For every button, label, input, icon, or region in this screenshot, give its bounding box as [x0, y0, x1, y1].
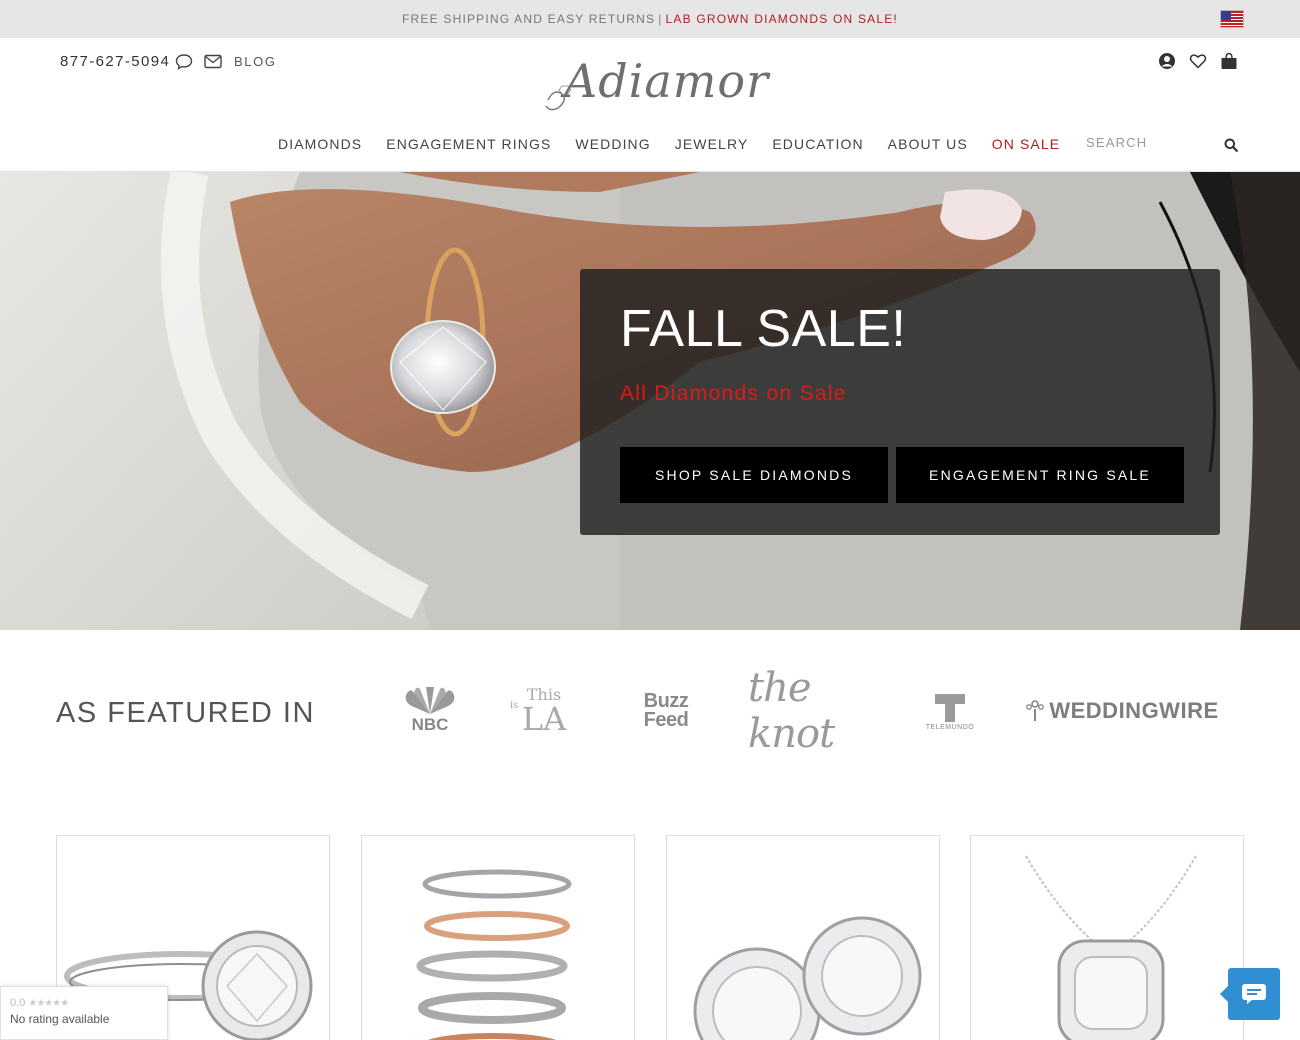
nav-about-us[interactable]: ABOUT US: [888, 136, 968, 152]
promo-bar: FREE SHIPPING AND EASY RETURNS | LAB GRO…: [0, 0, 1300, 38]
weddingwire-text: WEDDINGWIRE: [1049, 698, 1219, 723]
blog-link[interactable]: BLOG: [234, 54, 277, 69]
promo-text: FREE SHIPPING AND EASY RETURNS: [402, 12, 656, 26]
knot-text: the knot: [748, 665, 835, 757]
nav-engagement-rings[interactable]: ENGAGEMENT RINGS: [386, 136, 551, 152]
product-tile-wedding-bands[interactable]: [361, 835, 635, 1040]
chat-icon[interactable]: [175, 53, 193, 71]
product-tile-earrings[interactable]: [666, 835, 940, 1040]
pendant-necklace-image: [1025, 855, 1197, 1040]
header-icons: [1158, 52, 1238, 70]
nav-wedding[interactable]: WEDDING: [575, 136, 650, 152]
shop-sale-diamonds-button[interactable]: SHOP SALE DIAMONDS: [620, 447, 888, 503]
rating-score: 0.0: [10, 997, 26, 1009]
la-is-text: is: [509, 700, 519, 711]
the-knot-logo: the knot: [748, 665, 878, 757]
telemundo-t-icon: [935, 693, 965, 722]
nbc-peacock-icon: [405, 687, 455, 714]
nav-education[interactable]: EDUCATION: [772, 136, 863, 152]
telemundo-text: TELEMUNDO: [925, 723, 975, 731]
account-icon[interactable]: [1158, 52, 1176, 70]
logo-text: Adiamor: [564, 54, 770, 108]
search-input[interactable]: [1086, 135, 1216, 150]
chat-bubble-icon: [1242, 984, 1266, 1004]
main-navigation: DIAMONDS ENGAGEMENT RINGS WEDDING JEWELR…: [278, 136, 1084, 152]
google-rating-badge[interactable]: 0.0 ★★★★★ No rating available: [0, 986, 168, 1040]
live-chat-button[interactable]: [1220, 968, 1280, 1020]
lab-grown-sale-link[interactable]: LAB GROWN DIAMONDS ON SALE!: [666, 12, 898, 26]
search-box: [1086, 134, 1246, 158]
la-main-text: LA: [521, 700, 567, 738]
promo-subtitle: All Diamonds on Sale: [620, 382, 847, 405]
weddingwire-flower-icon: [1026, 700, 1045, 721]
phone-number[interactable]: 877-627-5094: [60, 53, 170, 70]
nbc-text: NBC: [411, 715, 449, 734]
weddingwire-logo: WEDDINGWIRE: [1022, 676, 1222, 746]
nbc-logo: NBC: [400, 676, 460, 746]
promo-title: FALL SALE!: [620, 300, 907, 358]
this-is-la-logo: This is LA: [504, 676, 584, 746]
product-tile-pendant[interactable]: [970, 835, 1244, 1040]
site-header: 877-627-5094 BLOG Adiamor DIAMONDS ENGAG…: [0, 38, 1300, 172]
engagement-ring-sale-button[interactable]: ENGAGEMENT RING SALE: [896, 447, 1184, 503]
heart-icon[interactable]: [1189, 52, 1207, 70]
promo-separator: |: [658, 12, 663, 26]
diamond-earrings-image: [693, 916, 922, 1040]
stacked-bands-image: [416, 869, 572, 1040]
rating-text: No rating available: [10, 1012, 110, 1026]
nav-diamonds[interactable]: DIAMONDS: [278, 136, 362, 152]
rating-score-row: 0.0 ★★★★★: [10, 997, 158, 1009]
mail-icon[interactable]: [204, 54, 222, 69]
featured-heading: AS FEATURED IN: [56, 697, 315, 729]
buzzfeed-logo: Buzz Feed: [636, 676, 696, 746]
shopping-bag-icon[interactable]: [1220, 52, 1238, 70]
telemundo-logo: TELEMUNDO: [918, 676, 982, 746]
search-icon[interactable]: [1224, 138, 1238, 152]
adiamor-logo[interactable]: Adiamor: [540, 54, 768, 122]
nav-on-sale[interactable]: ON SALE: [992, 136, 1060, 152]
hero-banner: FALL SALE! All Diamonds on Sale SHOP SAL…: [0, 172, 1300, 630]
us-flag-icon[interactable]: [1220, 10, 1244, 28]
sale-promo-panel: FALL SALE! All Diamonds on Sale SHOP SAL…: [580, 269, 1220, 535]
nav-jewelry[interactable]: JEWELRY: [675, 136, 749, 152]
rating-stars: ★★★★★: [28, 998, 69, 1009]
feed-text: Feed: [643, 709, 689, 731]
